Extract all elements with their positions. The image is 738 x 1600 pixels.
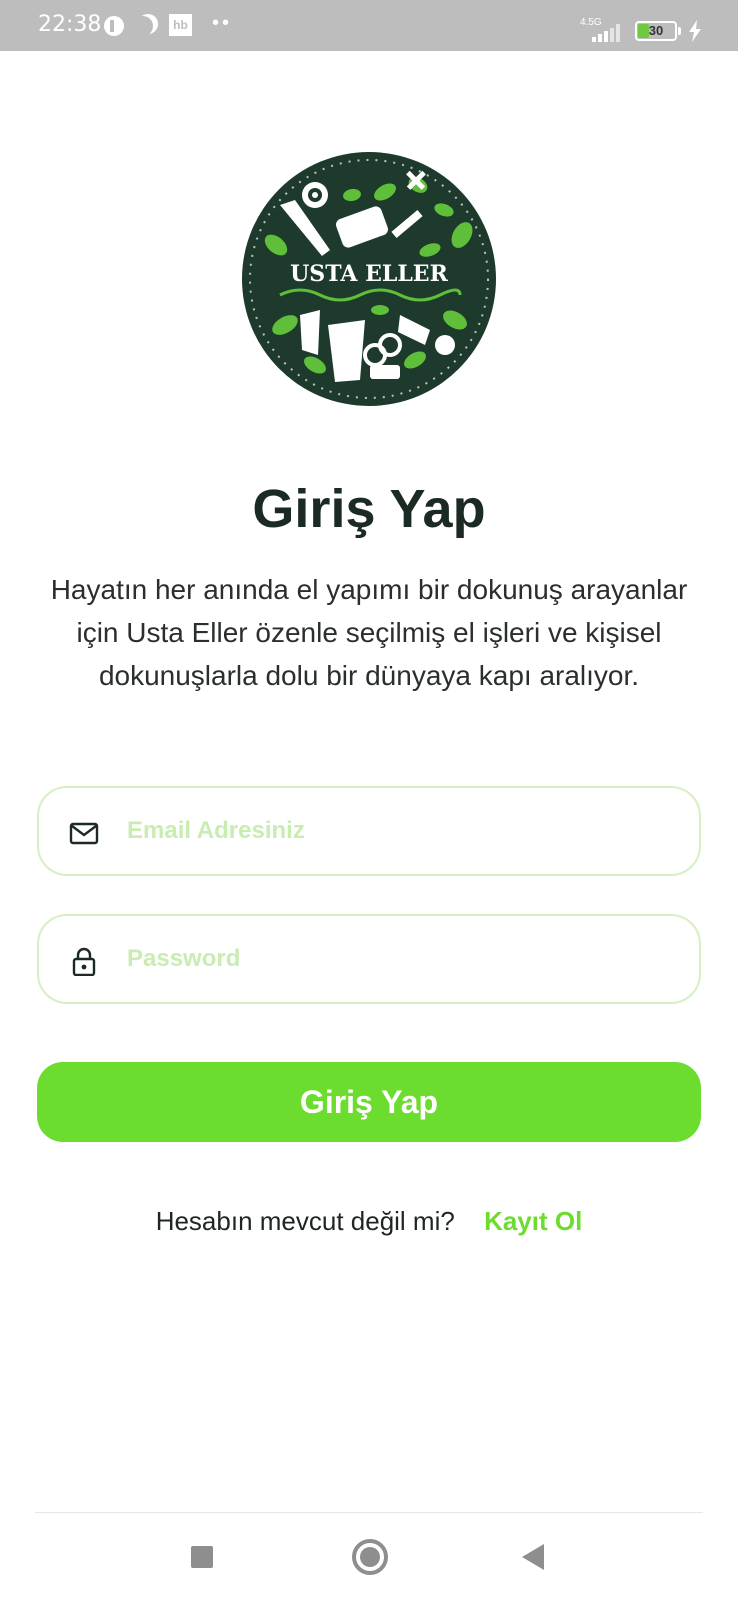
login-button[interactable]: Giriş Yap xyxy=(37,1062,701,1142)
status-time: 22:38 xyxy=(38,12,102,37)
signup-question: Hesabın mevcut değil mi? xyxy=(155,1206,455,1236)
recent-apps-button[interactable] xyxy=(191,1546,213,1568)
nav-divider xyxy=(35,1512,703,1513)
status-bar: 22:38 hb •• 4.5G 30 xyxy=(0,0,738,51)
password-input[interactable] xyxy=(127,934,667,984)
battery-tip xyxy=(678,27,681,35)
signal-icon xyxy=(582,20,626,42)
more-notifications-icon: •• xyxy=(212,12,233,34)
app-notification-icon xyxy=(104,16,124,36)
battery-icon: 30 xyxy=(635,21,677,41)
home-button[interactable] xyxy=(352,1539,388,1575)
password-field[interactable] xyxy=(37,914,701,1004)
lock-icon xyxy=(72,947,96,976)
signup-link[interactable]: Kayıt Ol xyxy=(484,1206,582,1236)
back-button[interactable] xyxy=(522,1544,544,1570)
signup-row: Hesabın mevcut değil mi? Kayıt Ol xyxy=(0,1206,738,1237)
hb-app-icon: hb xyxy=(169,14,192,36)
logo-text: USTA ELLER xyxy=(290,261,448,287)
usta-eller-logo: USTA ELLER xyxy=(242,152,496,406)
mail-icon xyxy=(69,822,99,845)
email-input[interactable] xyxy=(127,806,667,856)
moon-icon xyxy=(138,14,158,34)
email-field[interactable] xyxy=(37,786,701,876)
battery-percent: 30 xyxy=(648,23,664,38)
charging-bolt-icon xyxy=(689,20,701,42)
page-description: Hayatın her anında el yapımı bir dokunuş… xyxy=(50,574,688,691)
page-title: Giriş Yap xyxy=(252,479,486,539)
